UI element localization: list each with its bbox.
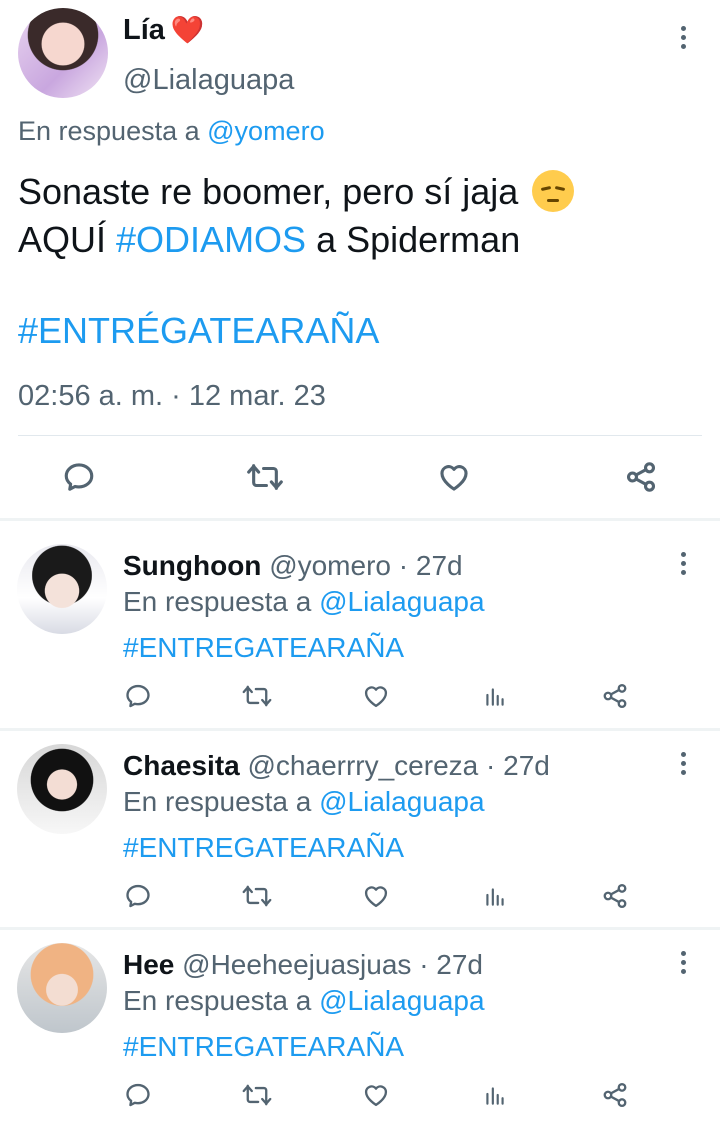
reply-header: Hee @Heeheejuasjuas · 27d [123, 949, 483, 981]
display-name-text: Lía [123, 14, 165, 46]
user-handle[interactable]: @Heeheejuasjuas [182, 949, 411, 980]
reply-icon[interactable] [120, 1077, 156, 1113]
tweet-time[interactable]: · 27d [486, 750, 550, 781]
tweet-line-2-start: AQUÍ [18, 219, 107, 260]
user-handle[interactable]: @yomero [269, 550, 391, 581]
retweet-icon[interactable] [239, 878, 275, 914]
reply-prefix: En respuesta a [123, 985, 312, 1016]
more-options-icon[interactable] [673, 748, 693, 778]
tweet-time[interactable]: · 27d [399, 550, 463, 581]
pensive-face-icon [532, 170, 575, 212]
like-icon[interactable] [358, 878, 394, 914]
hashtag-link[interactable]: #ENTREGATEARAÑA [123, 1031, 404, 1063]
divider [18, 435, 702, 436]
reply-tweet[interactable]: Chaesita @chaerrry_cereza · 27d En respu… [0, 730, 720, 930]
reply-mention-link[interactable]: @Lialaguapa [319, 786, 484, 817]
reply-header: Sunghoon @yomero · 27d [123, 550, 463, 582]
user-handle[interactable]: @chaerrry_cereza [248, 750, 479, 781]
reply-icon[interactable] [56, 456, 102, 498]
tweet-timestamp[interactable]: 02:56 a. m. · 12 mar. 23 [18, 380, 326, 413]
reply-context: En respuesta a @Lialaguapa [123, 985, 485, 1017]
reply-icon[interactable] [120, 678, 156, 714]
avatar[interactable] [17, 544, 107, 634]
analytics-icon[interactable] [477, 678, 513, 714]
share-icon[interactable] [597, 678, 633, 714]
display-name[interactable]: Chaesita [123, 750, 240, 781]
share-icon[interactable] [618, 456, 664, 498]
tweet-actions [0, 870, 720, 920]
section-divider [0, 518, 720, 521]
hashtag-link[interactable]: #ENTREGATEARAÑA [123, 832, 404, 864]
reply-mention-link[interactable]: @Lialaguapa [319, 586, 484, 617]
reply-context: En respuesta a @yomero [18, 116, 325, 147]
tweet-line-1: Sonaste re boomer, pero sí jaja [18, 171, 519, 212]
heart-icon: ❤️ [170, 15, 205, 45]
reply-context: En respuesta a @Lialaguapa [123, 786, 485, 818]
avatar[interactable] [18, 8, 108, 98]
tweet-actions [0, 1069, 720, 1119]
reply-context: En respuesta a @Lialaguapa [123, 586, 485, 618]
reply-prefix: En respuesta a [123, 786, 312, 817]
reply-mention-link[interactable]: @Lialaguapa [319, 985, 484, 1016]
like-icon[interactable] [358, 1077, 394, 1113]
reply-prefix: En respuesta a [18, 116, 200, 146]
retweet-icon[interactable] [239, 1077, 275, 1113]
tweet-line-2-end: a Spiderman [316, 219, 521, 260]
tweet-text: Sonaste re boomer, pero sí jaja AQUÍ #OD… [18, 168, 575, 264]
more-options-icon[interactable] [673, 548, 693, 578]
hashtag-link[interactable]: #ENTRÉGATEARAÑA [18, 310, 379, 352]
reply-header: Chaesita @chaerrry_cereza · 27d [123, 750, 550, 782]
like-icon[interactable] [358, 678, 394, 714]
retweet-icon[interactable] [239, 678, 275, 714]
reply-icon[interactable] [120, 878, 156, 914]
analytics-icon[interactable] [477, 1077, 513, 1113]
tweet-time[interactable]: · 27d [419, 949, 483, 980]
more-options-icon[interactable] [673, 22, 693, 52]
reply-mention-link[interactable]: @yomero [207, 116, 324, 146]
avatar[interactable] [17, 943, 107, 1033]
analytics-icon[interactable] [477, 878, 513, 914]
hashtag-link[interactable]: #ODIAMOS [116, 219, 306, 260]
reply-tweet[interactable]: Hee @Heeheejuasjuas · 27d En respuesta a… [0, 929, 720, 1122]
more-options-icon[interactable] [673, 947, 693, 977]
tweet-actions [0, 440, 720, 515]
reply-prefix: En respuesta a [123, 586, 312, 617]
main-tweet: Lía ❤️ @Lialaguapa En respuesta a @yomero… [0, 0, 720, 518]
retweet-icon[interactable] [242, 456, 288, 498]
user-handle[interactable]: @Lialaguapa [123, 64, 294, 97]
tweet-actions [0, 670, 720, 720]
reply-tweet[interactable]: Sunghoon @yomero · 27d En respuesta a @L… [0, 530, 720, 730]
hashtag-link[interactable]: #ENTREGATEARAÑA [123, 632, 404, 664]
avatar[interactable] [17, 744, 107, 834]
share-icon[interactable] [597, 1077, 633, 1113]
like-icon[interactable] [431, 456, 477, 498]
display-name[interactable]: Lía ❤️ [123, 14, 205, 47]
display-name[interactable]: Hee [123, 949, 174, 980]
share-icon[interactable] [597, 878, 633, 914]
display-name[interactable]: Sunghoon [123, 550, 261, 581]
